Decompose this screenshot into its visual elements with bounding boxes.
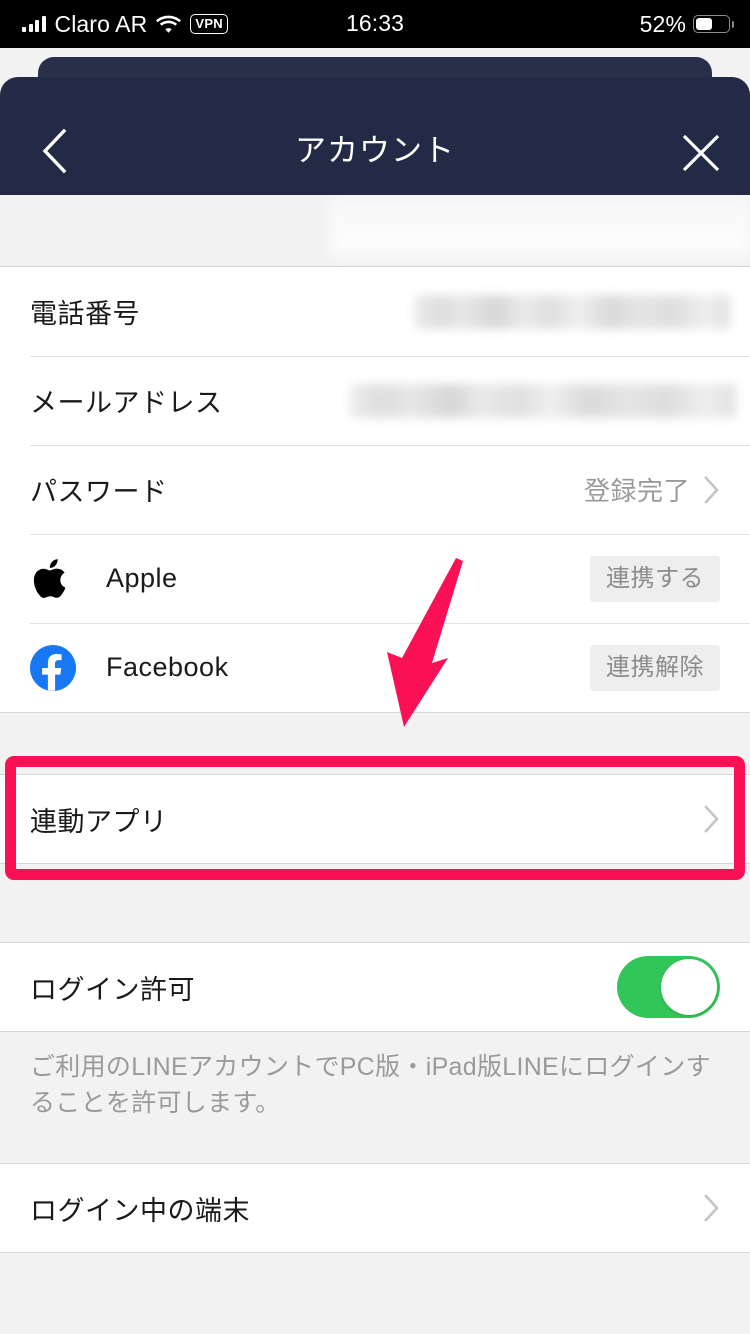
close-icon	[682, 134, 720, 172]
chevron-right-icon	[704, 805, 720, 833]
section-gap-top	[0, 195, 750, 266]
row-facebook-right: 連携解除	[590, 644, 720, 691]
row-apple[interactable]: Apple 連携する	[0, 534, 750, 623]
password-status-value: 登録完了	[583, 476, 690, 506]
status-bar: Claro AR VPN 16:33 52%	[0, 0, 750, 48]
status-bar-left: Claro AR VPN	[0, 10, 228, 37]
row-login-permission-label: ログイン許可	[30, 974, 195, 1005]
linked-apps-section: 連動アプリ	[0, 756, 750, 880]
apple-link-button[interactable]: 連携する	[590, 555, 720, 602]
section-gap-2	[0, 864, 750, 942]
section-gap-1	[0, 713, 750, 774]
row-password-label: パスワード	[30, 477, 168, 507]
row-apple-label: Apple	[106, 563, 178, 593]
account-section: 電話番号 メールアドレス パスワード 登録完了 Apple 連携する Faceb…	[0, 266, 750, 713]
logged-in-devices-group: ログイン中の端末	[0, 1163, 750, 1253]
phone-screen: Claro AR VPN 16:33 52% アカウント 電話番号 メールアドレ…	[0, 0, 750, 1334]
vpn-badge: VPN	[190, 13, 228, 35]
apple-icon	[30, 556, 76, 602]
section-gap-bottom	[0, 1253, 750, 1333]
row-password-right: 登録完了	[584, 471, 720, 508]
toggle-knob	[661, 959, 717, 1015]
section-gap-3	[0, 1145, 750, 1163]
row-linked-apps[interactable]: 連動アプリ	[0, 775, 750, 863]
status-bar-right: 52%	[639, 10, 734, 37]
row-facebook[interactable]: Facebook 連携解除	[0, 623, 750, 712]
clock-label: 16:33	[345, 10, 405, 36]
carrier-label: Claro AR	[54, 10, 148, 37]
row-facebook-label: Facebook	[106, 652, 229, 682]
login-permission-group: ログイン許可	[0, 942, 750, 1032]
login-permission-toggle[interactable]	[617, 956, 720, 1018]
wifi-icon	[156, 15, 182, 33]
email-address-redacted-value	[350, 384, 736, 418]
navigation-bar: アカウント	[0, 77, 750, 195]
phone-number-redacted-value	[414, 295, 730, 329]
row-login-permission-right	[617, 956, 720, 1018]
chevron-right-icon	[704, 475, 720, 504]
close-button[interactable]	[677, 129, 725, 177]
battery-percent-label: 52%	[639, 10, 686, 37]
settings-content: 電話番号 メールアドレス パスワード 登録完了 Apple 連携する Faceb…	[0, 195, 750, 1334]
row-logged-in-devices-label: ログイン中の端末	[30, 1195, 250, 1226]
row-logged-in-devices-right	[704, 1194, 720, 1222]
linked-apps-group: 連動アプリ	[0, 774, 750, 864]
battery-icon	[693, 15, 734, 33]
row-apple-right: 連携する	[590, 555, 720, 602]
row-phone-number-label: 電話番号	[30, 299, 140, 329]
row-linked-apps-right	[704, 805, 720, 833]
row-email-address-label: メールアドレス	[30, 388, 223, 418]
chevron-right-icon	[704, 1194, 720, 1222]
row-login-permission[interactable]: ログイン許可	[0, 943, 750, 1031]
row-phone-number[interactable]: 電話番号	[0, 267, 750, 356]
facebook-unlink-button[interactable]: 連携解除	[590, 644, 720, 691]
page-title: アカウント	[295, 133, 455, 168]
cellular-bars-icon	[22, 16, 46, 32]
facebook-icon	[30, 644, 76, 691]
row-password[interactable]: パスワード 登録完了	[0, 445, 750, 534]
row-logged-in-devices[interactable]: ログイン中の端末	[0, 1164, 750, 1252]
login-permission-description: ご利用のLINEアカウントでPC版・iPad版LINEにログインすることを許可し…	[0, 1032, 750, 1145]
row-linked-apps-label: 連動アプリ	[30, 806, 168, 837]
row-email-address[interactable]: メールアドレス	[0, 356, 750, 445]
